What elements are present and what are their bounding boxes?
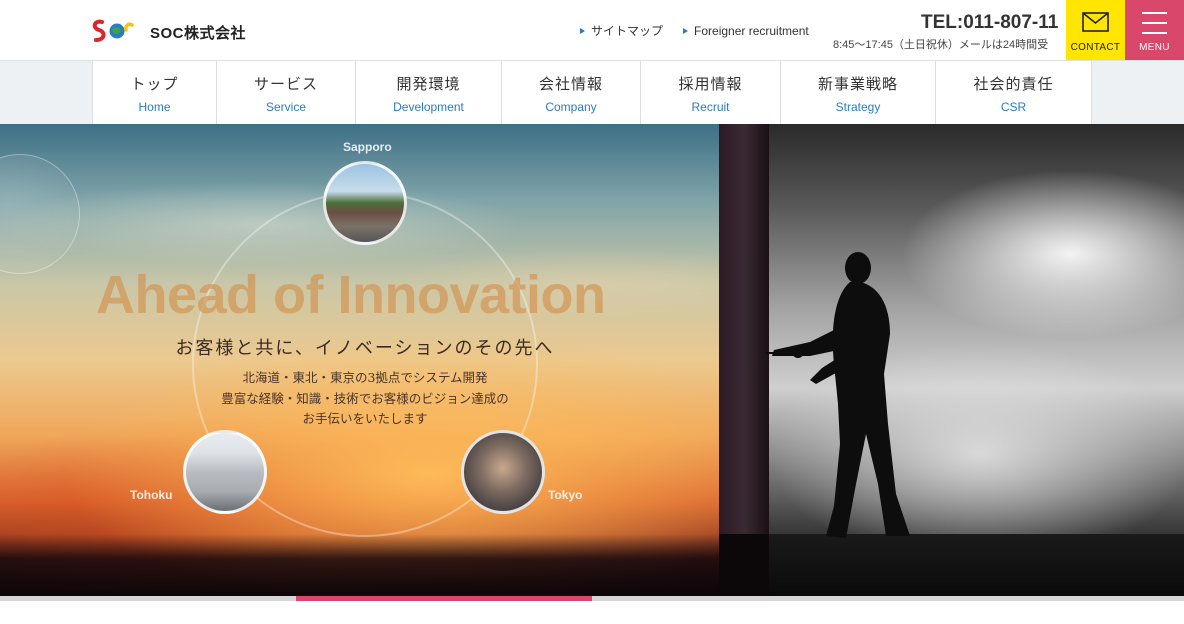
office-photo-tohoku[interactable] xyxy=(183,430,267,514)
nav-item-jp-label: 開発環境 xyxy=(396,75,461,93)
nav-item-en-label: Strategy xyxy=(835,100,881,114)
slider-indicator[interactable] xyxy=(592,596,888,601)
envelope-icon xyxy=(1082,12,1109,32)
sitemap-link-label: サイトマップ xyxy=(591,24,664,38)
nav-item-recruit[interactable]: 採用情報 Recruit xyxy=(641,61,781,124)
company-name: SOC株式会社 xyxy=(150,25,247,42)
slider-indicator-active[interactable] xyxy=(296,596,592,601)
nav-item-en-label: CSR xyxy=(1000,100,1027,114)
nav-item-company[interactable]: 会社情報 Company xyxy=(502,61,641,124)
nav-item-strategy[interactable]: 新事業戦略 Strategy xyxy=(781,61,936,124)
business-hours: 8:45〜17:45（土日祝休）メールは24時間受 xyxy=(833,39,1049,51)
menu-button-label: MENU xyxy=(1139,42,1170,53)
sitemap-link[interactable]: サイトマップ xyxy=(580,22,663,39)
nav-item-jp-label: 採用情報 xyxy=(678,75,743,93)
company-logo[interactable]: SOC株式会社 xyxy=(90,16,260,48)
hero-description: 北海道・東北・東京の3拠点でシステム開発 豊富な経験・知識・技術でお客様のビジョ… xyxy=(0,368,730,430)
triangle-bullet-icon xyxy=(580,27,585,34)
nav-item-jp-label: サービス xyxy=(253,75,318,93)
menu-button[interactable]: MENU xyxy=(1125,0,1184,60)
man-with-key-silhouette xyxy=(766,252,910,538)
nav-item-home[interactable]: トップ Home xyxy=(93,61,217,124)
contact-button-label: CONTACT xyxy=(1070,42,1121,53)
triangle-bullet-icon xyxy=(683,27,689,34)
office-photo-tokyo[interactable] xyxy=(461,430,545,514)
global-nav-list: トップ Home サービス Service 開発環境 Development 会… xyxy=(92,61,1092,124)
foreigner-recruitment-link[interactable]: Foreigner recruitment xyxy=(683,22,809,39)
nav-item-en-label: Development xyxy=(393,100,464,114)
contact-button[interactable]: CONTACT xyxy=(1066,0,1125,60)
nav-item-en-label: Recruit xyxy=(691,100,730,114)
nav-item-en-label: Service xyxy=(265,100,306,114)
nav-item-jp-label: 会社情報 xyxy=(538,75,603,93)
nav-item-jp-label: トップ xyxy=(130,75,179,93)
office-photo-sapporo[interactable] xyxy=(323,161,407,245)
nav-item-jp-label: 社会的責任 xyxy=(973,75,1054,93)
slider-indicator[interactable] xyxy=(888,596,1184,601)
hamburger-icon xyxy=(1142,22,1167,24)
office-label-sapporo: Sapporo xyxy=(343,140,392,154)
phone-number[interactable]: TEL:011-807-11 xyxy=(921,12,1067,34)
hero-description-line: 北海道・東北・東京の3拠点でシステム開発 xyxy=(242,370,488,385)
slider-indicator[interactable] xyxy=(0,596,296,601)
hero-title: Ahead of Innovation xyxy=(96,265,606,325)
nav-item-en-label: Home xyxy=(138,100,171,114)
global-nav: トップ Home サービス Service 開発環境 Development 会… xyxy=(0,60,1184,124)
slider-progress xyxy=(0,596,1184,601)
foreigner-recruitment-link-label: Foreigner recruitment xyxy=(694,23,809,38)
hero-description-line: お手伝いをいたします xyxy=(302,411,428,426)
nav-item-service[interactable]: サービス Service xyxy=(217,61,356,124)
nav-item-jp-label: 新事業戦略 xyxy=(817,75,898,93)
hero-subtitle: お客様と共に、イノベーションのその先へ xyxy=(175,338,555,359)
nav-item-development[interactable]: 開発環境 Development xyxy=(356,61,502,124)
soc-logo-icon xyxy=(92,19,134,42)
office-label-tohoku: Tohoku xyxy=(130,488,173,502)
nav-item-en-label: Company xyxy=(545,100,597,114)
hero-description-line: 豊富な経験・知識・技術でお客様のビジョン達成の xyxy=(221,390,509,406)
office-label-tokyo: Tokyo xyxy=(548,488,583,502)
nav-item-csr[interactable]: 社会的責任 CSR xyxy=(936,61,1092,124)
grass-silhouette xyxy=(0,534,740,596)
utility-links: サイトマップ Foreigner recruitment xyxy=(580,22,809,39)
hamburger-icon xyxy=(1142,12,1167,14)
site-header: SOC株式会社 サイトマップ Foreigner recruitment TEL… xyxy=(0,0,1184,60)
hamburger-icon xyxy=(1142,32,1167,34)
hero-slider: Sapporo Tohoku Tokyo Ahead of Innovation… xyxy=(0,124,1184,596)
